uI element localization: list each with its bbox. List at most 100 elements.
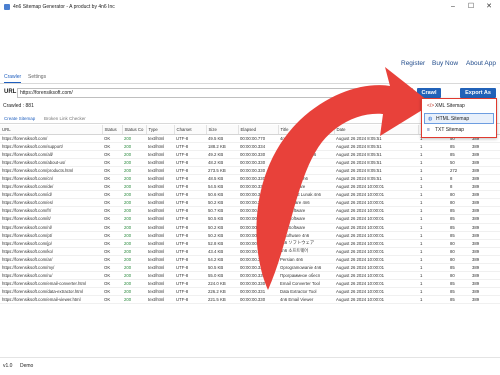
column-header[interactable]: Status Co xyxy=(122,125,147,135)
table-cell: August 26 2024 10:00:01 xyxy=(334,287,418,297)
table-cell: 1 xyxy=(418,247,448,256)
column-header[interactable]: Status xyxy=(102,125,123,135)
table-cell: 224.0 KB xyxy=(206,279,238,289)
table-row[interactable]: https://forensiksoft.com/fr/OK 200 text/ht… xyxy=(0,206,500,216)
url-cell: https://forensiksoft.com/products.html xyxy=(0,166,102,175)
title-bar: 4n6 Sitemap Generator - A product by 4n6… xyxy=(0,0,500,14)
table-cell: 00:00:00.330 xyxy=(238,198,278,208)
tab-crawler[interactable]: Crawler xyxy=(4,74,22,83)
table-row[interactable]: https://forensiksoft.com/pt/OK 200 text/ht… xyxy=(0,231,500,240)
table-row[interactable]: https://forensiksoft.com/data-extractor.… xyxy=(0,287,500,297)
column-header[interactable]: Title xyxy=(278,125,335,135)
table-cell: 00:00:00.325 xyxy=(238,263,278,273)
close-button[interactable]: ✕ xyxy=(480,0,498,14)
table-row[interactable]: https://forensiksoft.com/es/OK 200 text/ht… xyxy=(0,198,500,208)
tab-broken-link-checker[interactable]: Broken Link Checker xyxy=(44,116,86,121)
xml-sitemap-option[interactable]: </> XML Sitemap xyxy=(424,101,494,112)
table-cell: OK xyxy=(102,142,122,151)
table-row[interactable]: https://forensiksoft.com/email-viewer.ht… xyxy=(0,295,500,305)
table-row[interactable]: https://forensiksoft.com/ko/OK 200 text/ht… xyxy=(0,247,500,256)
table-cell: 1 xyxy=(418,279,448,289)
table-row[interactable]: https://forensiksoft.com/ar/OK 200 text/ht… xyxy=(0,255,500,265)
table-row[interactable]: https://forensiksoft.com/jp/OK 200 text/ht… xyxy=(0,239,500,248)
crawl-button[interactable]: Crawl xyxy=(417,88,441,98)
table-cell: UTF-8 xyxy=(174,182,206,192)
table-row[interactable]: https://forensiksoft.com/cn/OK 200 text/ht… xyxy=(0,174,500,184)
url-cell: https://forensiksoft.com/ko/ xyxy=(0,247,102,256)
xml-sitemap-label: XML Sitemap xyxy=(435,103,465,109)
table-cell: UTF-8 xyxy=(174,150,206,159)
table-cell: UTF-8 xyxy=(174,255,206,265)
register-link[interactable]: Register xyxy=(401,60,425,67)
table-cell: 4n6 ソフトウェア xyxy=(278,239,334,248)
table-cell: 48.5 KB xyxy=(206,174,238,184)
table-row[interactable]: https://forensiksoft.com/about-us/OK 200 t… xyxy=(0,158,500,167)
url-cell: https://forensiksoft.com/my/ xyxy=(0,263,102,273)
table-cell: August 26 2024 10:00:01 xyxy=(334,239,418,248)
table-cell: text/html xyxy=(146,263,174,273)
column-header[interactable]: Charset xyxy=(174,125,207,135)
table-row[interactable]: https://forensiksoft.com/nl/OK 200 text/ht… xyxy=(0,223,500,232)
html-sitemap-option[interactable]: ◍ HTML Sitemap xyxy=(424,113,494,124)
table-cell: OK xyxy=(102,174,122,184)
mode-label: Demo xyxy=(20,363,34,369)
table-cell: 272 xyxy=(448,166,470,175)
table-cell: text/html xyxy=(146,166,174,175)
tab-settings[interactable]: Settings xyxy=(28,74,46,80)
maximize-button[interactable]: ☐ xyxy=(462,0,480,14)
table-cell: 80 xyxy=(448,198,470,208)
table-cell: 85 xyxy=(448,287,470,297)
tab-create-sitemap[interactable]: Create Sitemap xyxy=(4,116,35,121)
table-cell: OK xyxy=(102,223,122,232)
table-row[interactable]: https://forensiksoft.com/email-converter… xyxy=(0,279,500,289)
table-cell: 43.4 KB xyxy=(206,247,238,256)
table-cell: text/html xyxy=(146,255,174,265)
crawled-count: Crawled : 881 xyxy=(3,103,34,109)
url-cell: https://forensiksoft.com/cn/ xyxy=(0,174,102,184)
table-cell: This WebPage xyxy=(278,158,334,167)
table-row[interactable]: https://forensiksoft.com/my/OK 200 text/ht… xyxy=(0,263,500,273)
about-app-link[interactable]: About App xyxy=(466,60,496,67)
txt-sitemap-label: TXT Sitemap xyxy=(435,127,465,133)
table-cell: 1 xyxy=(418,158,448,167)
main-tabs: Crawler Settings xyxy=(0,72,500,84)
buy-now-link[interactable]: Buy Now xyxy=(432,60,458,67)
url-cell: https://forensiksoft.com/it/ xyxy=(0,214,102,224)
table-cell: 00:00:00.330 xyxy=(238,223,278,232)
table-cell: 80 xyxy=(448,247,470,256)
table-cell: OK xyxy=(102,198,122,208)
table-row[interactable]: https://forensiksoft.com/de/OK 200 text/ht… xyxy=(0,182,500,192)
table-cell: 389 xyxy=(470,182,500,192)
table-cell: UTF-8 xyxy=(174,190,206,200)
table-cell: 200 xyxy=(122,190,146,200)
column-header[interactable]: Type xyxy=(146,125,175,135)
table-row[interactable]: https://forensiksoft.com/all/OK 200 text/h… xyxy=(0,150,500,159)
export-as-button[interactable]: Export As xyxy=(460,88,496,98)
table-row[interactable]: https://forensiksoft.com/ru/OK 200 text/ht… xyxy=(0,271,500,281)
table-cell: 85 xyxy=(448,206,470,216)
table-cell: 4n6 软件 - 4n6 xyxy=(278,174,334,184)
table-cell: UTF-8 xyxy=(174,247,206,256)
table-row[interactable]: https://forensiksoft.com/products.html OK… xyxy=(0,166,500,175)
table-cell: 55.0 KB xyxy=(206,271,238,281)
table-row[interactable]: https://forensiksoft.com/id/OK 200 text/ht… xyxy=(0,190,500,200)
column-header[interactable]: Size xyxy=(206,125,239,135)
column-header[interactable]: URL xyxy=(0,125,103,135)
table-cell: 389 xyxy=(470,198,500,208)
table-cell: 50.2 KB xyxy=(206,223,238,232)
table-row[interactable]: https://forensiksoft.com/support/OK 200 te… xyxy=(0,142,500,151)
minimize-button[interactable]: – xyxy=(444,0,462,14)
txt-sitemap-option[interactable]: ≡ TXT Sitemap xyxy=(424,125,494,136)
table-cell: 00:00:00.330 xyxy=(238,206,278,216)
table-cell: 1 xyxy=(418,206,448,216)
url-input[interactable]: https://forensiksoft.com/ xyxy=(17,88,413,98)
table-cell: OK xyxy=(102,182,122,192)
table-row[interactable]: https://forensiksoft.com/it/OK 200 text/ht… xyxy=(0,214,500,224)
column-header[interactable]: Elapsed xyxy=(238,125,279,135)
table-cell: 1 xyxy=(418,190,448,200)
table-cell: 00:00:00.330 xyxy=(238,166,278,175)
table-cell: text/html xyxy=(146,142,174,151)
column-header[interactable]: Date xyxy=(334,125,419,135)
chevron-down-icon[interactable]: ▾ xyxy=(405,89,408,95)
table-cell: 00:00:00.330 xyxy=(238,158,278,167)
